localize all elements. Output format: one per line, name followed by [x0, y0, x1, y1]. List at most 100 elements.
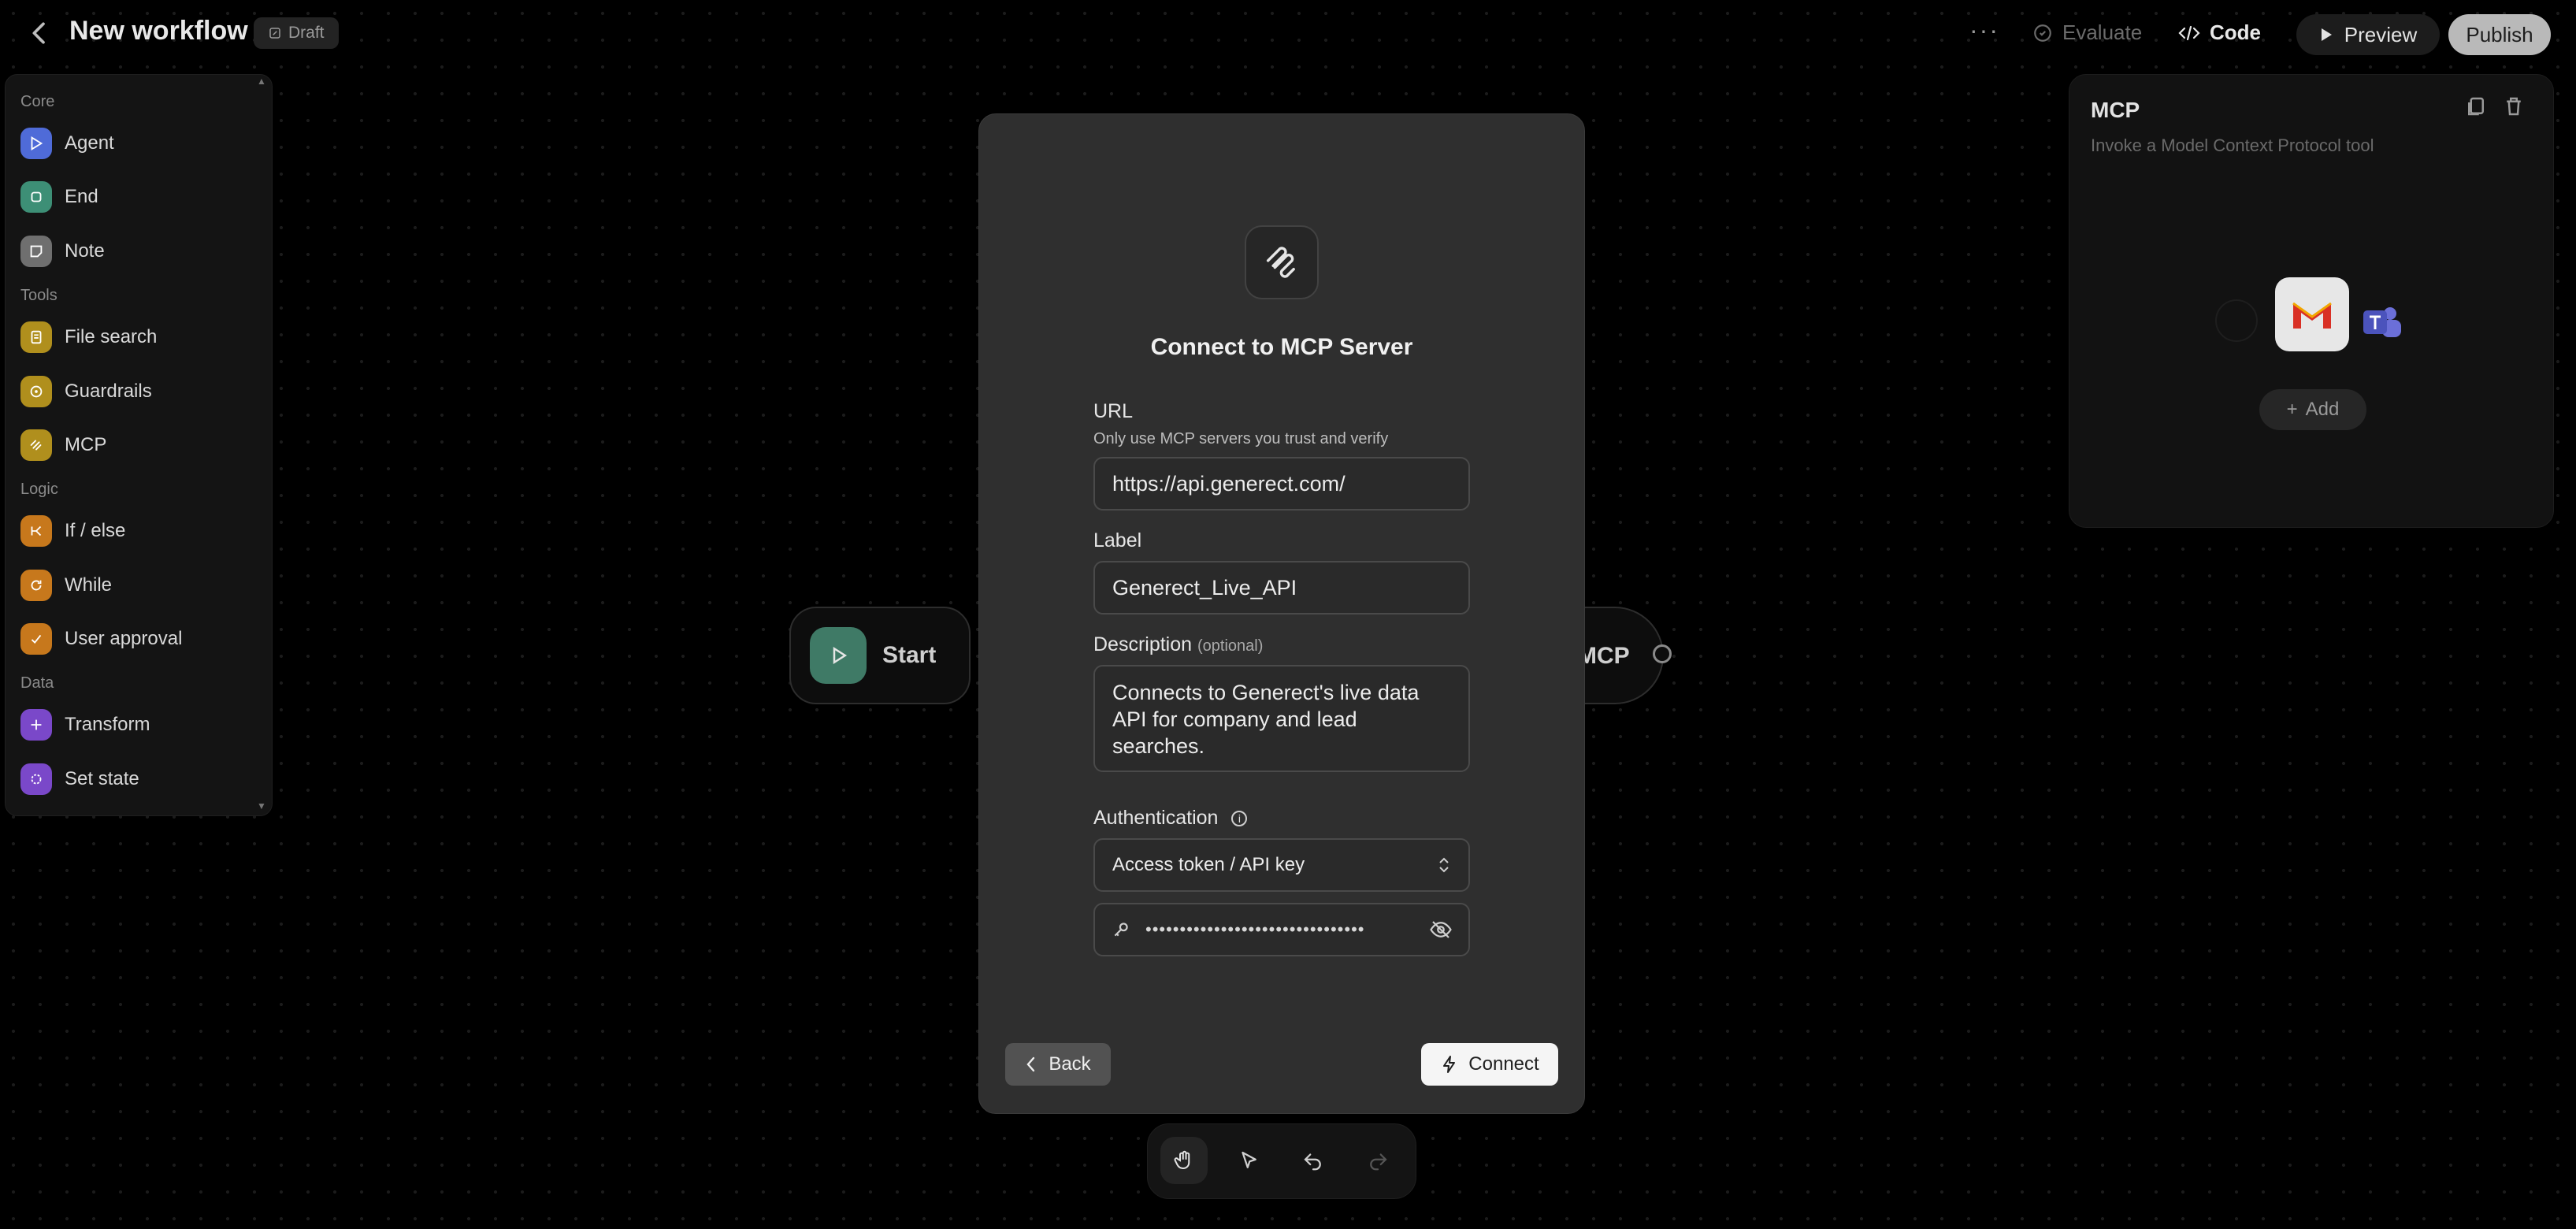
palette-item-set-state[interactable]: Set state [20, 762, 139, 796]
start-node[interactable]: Start [789, 607, 971, 704]
evaluate-icon [2034, 24, 2051, 42]
palette-item-end[interactable]: End [20, 180, 98, 214]
url-input[interactable] [1093, 457, 1470, 511]
trash-icon[interactable] [2502, 95, 2526, 118]
canvas-toolbar [1147, 1123, 1416, 1199]
pointer-icon [1242, 1151, 1256, 1168]
select-tool-button[interactable] [1225, 1137, 1272, 1184]
palette-item-while[interactable]: While [20, 568, 112, 603]
preview-button[interactable]: Preview [2296, 14, 2440, 55]
plus-icon: + [2286, 399, 2298, 420]
preview-label: Preview [2344, 22, 2418, 46]
description-label: Description [1093, 633, 1193, 655]
palette-section-tools: Tools [20, 287, 58, 304]
api-key-masked-value: •••••••••••••••••••••••••••••••• [1145, 919, 1365, 939]
palette-item-mcp[interactable]: MCP [20, 428, 106, 462]
authentication-label-row: Authentication i [1093, 807, 1248, 830]
palette-item-agent[interactable]: Agent [20, 126, 114, 161]
key-icon [1114, 923, 1128, 937]
inspector-subtitle: Invoke a Model Context Protocol tool [2091, 136, 2374, 155]
pan-tool-button[interactable] [1160, 1137, 1208, 1184]
inspector-title: MCP [2091, 98, 2140, 122]
mcp-icon [20, 429, 52, 461]
palette-item-if-else[interactable]: If / else [20, 514, 125, 548]
optional-tag: (optional) [1197, 637, 1264, 655]
stop-icon [20, 181, 52, 213]
mcp-node-label: MCP [1577, 643, 1630, 669]
info-icon[interactable]: i [1231, 811, 1248, 827]
code-label: Code [2210, 20, 2261, 44]
palette-item-label: Set state [65, 768, 139, 789]
palette-item-file-search[interactable]: File search [20, 320, 157, 355]
guardrails-icon [20, 376, 52, 407]
palette-item-label: End [65, 186, 98, 207]
draft-badge: Draft [254, 17, 339, 49]
teams-icon[interactable] [2359, 299, 2406, 347]
branch-icon [20, 515, 52, 547]
code-icon [2178, 25, 2200, 40]
palette-item-label: Guardrails [65, 381, 152, 402]
add-connector-button[interactable]: + Add [2259, 389, 2366, 430]
palette-item-guardrails[interactable]: Guardrails [20, 374, 152, 409]
mcp-output-port[interactable] [1653, 644, 1672, 663]
approval-icon [20, 623, 52, 655]
url-label: URL [1093, 400, 1134, 422]
palette-item-transform[interactable]: Transform [20, 707, 150, 742]
copy-icon[interactable] [2464, 95, 2488, 118]
palette-scroll-down-icon[interactable]: ▼ [257, 800, 266, 811]
undo-button[interactable] [1290, 1137, 1337, 1184]
palette-scroll-up-icon[interactable]: ▲ [257, 76, 266, 87]
evaluate-label: Evaluate [2062, 20, 2143, 44]
evaluate-button[interactable]: Evaluate [2032, 20, 2142, 45]
undo-icon [1304, 1153, 1321, 1171]
palette-item-label: While [65, 574, 113, 596]
play-icon [810, 627, 867, 684]
authentication-select[interactable]: Access token / API key [1093, 838, 1470, 892]
connect-button[interactable]: Connect [1421, 1043, 1558, 1086]
palette-section-logic: Logic [20, 481, 58, 498]
label-label: Label [1093, 529, 1142, 551]
gmail-icon[interactable] [2275, 277, 2349, 351]
draft-label: Draft [288, 24, 325, 42]
api-key-field[interactable]: •••••••••••••••••••••••••••••••• [1093, 903, 1470, 956]
top-bar: New workflow Draft ··· Evaluate Code Pre… [0, 0, 2576, 71]
palette-item-note[interactable]: Note [20, 234, 105, 269]
palette-item-label: If / else [65, 520, 126, 541]
loop-icon [20, 570, 52, 601]
transform-icon [20, 709, 52, 741]
redo-button[interactable] [1354, 1137, 1401, 1184]
state-icon [20, 763, 52, 795]
workflow-title[interactable]: New workflow [69, 16, 248, 46]
edit-icon [269, 28, 280, 39]
palette-item-user-approval[interactable]: User approval [20, 622, 182, 656]
back-label: Back [1049, 1053, 1091, 1075]
file-search-icon [20, 321, 52, 353]
palette-item-label: User approval [65, 628, 183, 649]
connector-placeholder-icon [2215, 299, 2258, 342]
connect-label: Connect [1468, 1053, 1539, 1075]
mcp-server-icon [1245, 225, 1319, 299]
palette-item-label: MCP [65, 434, 107, 455]
code-button[interactable]: Code [2178, 20, 2261, 45]
label-input[interactable] [1093, 561, 1470, 614]
authentication-value: Access token / API key [1112, 854, 1305, 875]
back-arrow-icon[interactable] [24, 17, 55, 49]
authentication-label: Authentication [1093, 807, 1219, 829]
chevron-up-down-icon [1439, 857, 1449, 873]
more-menu-button[interactable]: ··· [1969, 16, 1999, 45]
description-input[interactable]: Connects to Generect's live data API for… [1093, 665, 1470, 772]
palette-section-data: Data [20, 674, 54, 692]
redo-icon [1370, 1153, 1387, 1171]
description-label-row: Description (optional) [1093, 633, 1263, 656]
palette-item-label: File search [65, 326, 158, 347]
eye-off-icon[interactable] [1429, 918, 1453, 941]
chevron-left-icon [1026, 1056, 1035, 1072]
palette-item-label: Transform [65, 714, 150, 735]
add-label: Add [2305, 399, 2340, 420]
lightning-icon [1443, 1056, 1456, 1073]
url-hint: Only use MCP servers you trust and verif… [1093, 430, 1389, 447]
publish-button[interactable]: Publish [2448, 14, 2551, 55]
back-button[interactable]: Back [1005, 1043, 1111, 1086]
hand-icon [1174, 1150, 1190, 1170]
start-node-label: Start [882, 642, 937, 668]
